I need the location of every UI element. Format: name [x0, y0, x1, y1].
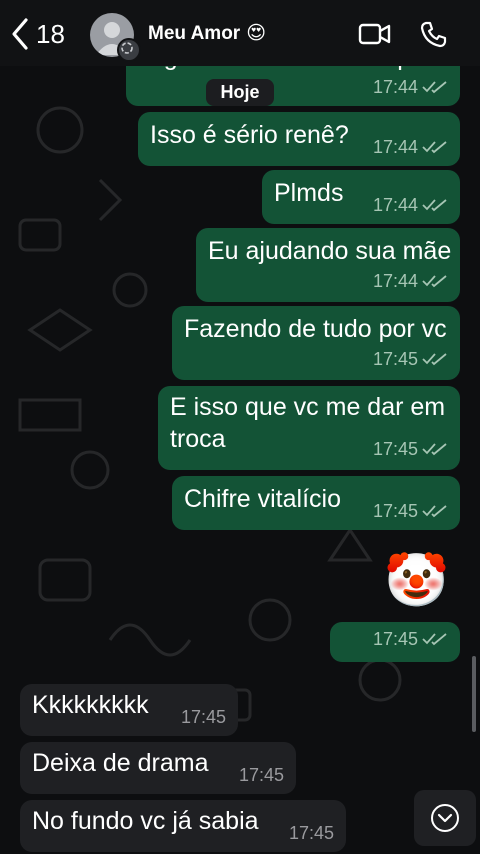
unread-count: 18 [36, 18, 65, 49]
message-meta: 17:44 [373, 132, 448, 162]
message-text: Plmds [274, 179, 344, 207]
read-receipt-icon [422, 443, 447, 456]
chat-header: 18 Meu Amor 😍 [0, 0, 480, 66]
chat-screen: 18 Meu Amor😍 enganou todo esse tempo? [0, 0, 480, 854]
message-text: Isso é sério renê? [150, 121, 349, 149]
message-bubble-incoming[interactable]: Kkkkkkkkk 17:45 [20, 684, 238, 736]
contact-name-text: Meu Amor [148, 23, 241, 44]
read-receipt-icon [422, 141, 447, 154]
back-button[interactable]: 18 [8, 16, 65, 52]
message-meta: 17:45 [373, 624, 448, 654]
message-text: Fazendo de tudo por vc [184, 315, 447, 343]
message-bubble-incoming[interactable]: No fundo vc já sabia 17:45 [20, 800, 346, 852]
message-bubble-outgoing[interactable]: Fazendo de tudo por vc 17:45 [172, 306, 460, 380]
message-time: 17:44 [372, 137, 418, 157]
message-time: 17:45 [180, 707, 226, 727]
message-bubble-outgoing[interactable]: 17:45 [330, 622, 460, 662]
message-meta: 17:45 [239, 760, 284, 790]
read-receipt-icon [422, 505, 447, 518]
phone-icon[interactable] [420, 20, 448, 48]
message-time: 17:44 [372, 271, 418, 291]
message-text: No fundo vc já sabia [32, 807, 259, 835]
message-text-line-1: E isso que vc me dar em [170, 393, 446, 421]
message-time: 17:45 [372, 349, 418, 369]
message-text-line-2: troca [170, 425, 226, 453]
heart-eyes-emoji: 😍 [246, 23, 267, 44]
message-meta: 17:45 [181, 702, 226, 732]
message-text: Kkkkkkkkk [32, 691, 149, 719]
chevron-left-icon [12, 18, 28, 50]
message-time: 17:45 [372, 439, 418, 459]
message-text: Deixa de drama [32, 749, 209, 777]
message-bubble-outgoing[interactable]: Chifre vitalício 17:45 [172, 476, 460, 530]
scroll-to-bottom-button[interactable] [414, 790, 476, 846]
read-receipt-icon [422, 275, 447, 288]
message-time: 17:45 [372, 629, 418, 649]
message-meta: 17:44 [373, 72, 448, 102]
message-time: 17:44 [372, 195, 418, 215]
chevron-down-circle-icon [431, 804, 459, 832]
message-meta: 17:45 [373, 496, 448, 526]
message-bubble-outgoing[interactable]: Isso é sério renê? 17:44 [138, 112, 460, 166]
message-bubble-outgoing[interactable]: Plmds 17:44 [262, 170, 460, 224]
message-time: 17:45 [288, 823, 334, 843]
read-receipt-icon [422, 633, 447, 646]
read-receipt-icon [422, 199, 447, 212]
message-time: 17:44 [372, 77, 418, 97]
date-separator: Hoje [206, 79, 274, 106]
message-text: Eu ajudando sua mãe [208, 237, 452, 265]
message-bubble-outgoing[interactable]: Eu ajudando sua mãe 17:44 [196, 228, 460, 302]
message-time: 17:45 [372, 501, 418, 521]
read-receipt-icon [422, 353, 447, 366]
status-badge-icon [117, 38, 141, 62]
message-meta: 17:44 [373, 266, 448, 296]
message-meta: 17:45 [289, 818, 334, 848]
video-call-icon[interactable] [358, 20, 392, 48]
message-meta: 17:44 [373, 190, 448, 220]
scrollbar[interactable] [472, 656, 476, 732]
message-meta: 17:45 [373, 344, 448, 374]
message-meta: 17:45 [373, 434, 448, 464]
message-text: Chifre vitalício [184, 485, 341, 513]
read-receipt-icon [422, 81, 447, 94]
message-bubble-outgoing[interactable]: E isso que vc me dar em troca 17:45 [158, 386, 460, 470]
message-time: 17:45 [238, 765, 284, 785]
clown-emoji-message[interactable]: 🤡 [384, 550, 449, 612]
message-bubble-incoming[interactable]: Deixa de drama 17:45 [20, 742, 296, 794]
contact-name[interactable]: Meu Amor 😍 [148, 22, 266, 45]
